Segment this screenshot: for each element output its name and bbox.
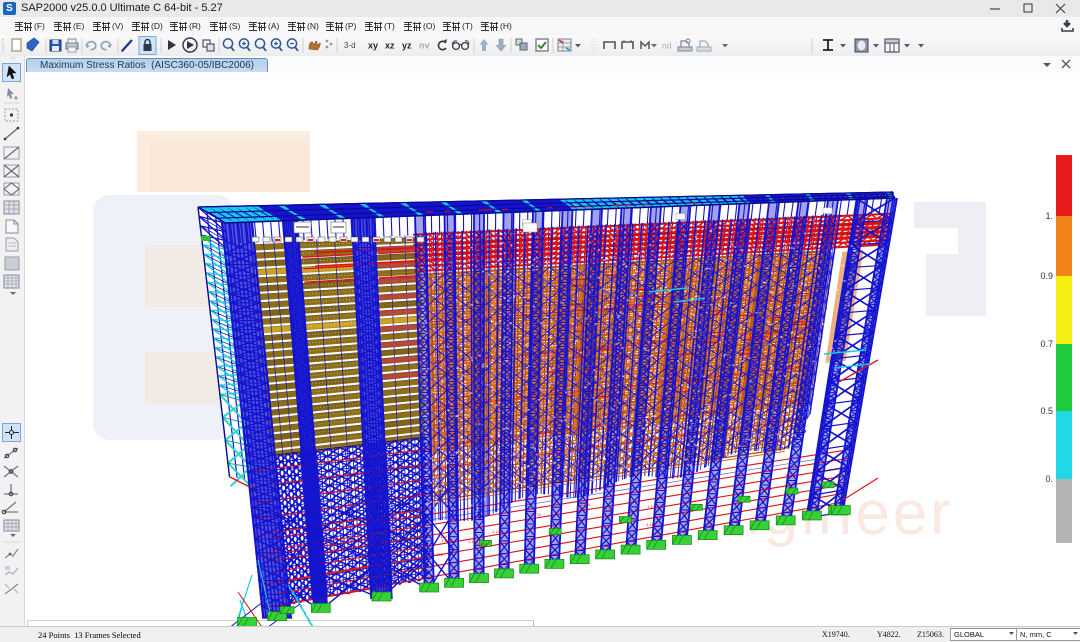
svg-text:1.123: 1.123 bbox=[785, 472, 796, 477]
svg-text:xz: xz bbox=[385, 41, 395, 51]
svg-text:1.134: 1.134 bbox=[602, 507, 613, 512]
svg-text:0.9: 0.9 bbox=[1040, 271, 1053, 281]
svg-text:1.144: 1.144 bbox=[492, 529, 503, 534]
svg-text:1.: 1. bbox=[1045, 211, 1053, 221]
svg-text:1.119: 1.119 bbox=[646, 522, 656, 527]
svg-text:xy: xy bbox=[368, 41, 378, 51]
svg-text:nv: nv bbox=[419, 41, 430, 51]
svg-text:1.172: 1.172 bbox=[531, 512, 542, 517]
svg-text:1.154: 1.154 bbox=[437, 534, 448, 539]
svg-text:1.186: 1.186 bbox=[468, 539, 479, 544]
svg-text:0.5: 0.5 bbox=[1040, 406, 1053, 416]
svg-text:3-d: 3-d bbox=[344, 41, 356, 50]
svg-text:1.139: 1.139 bbox=[477, 542, 488, 547]
svg-text:yz: yz bbox=[402, 41, 412, 51]
svg-text:1.103: 1.103 bbox=[433, 552, 444, 557]
svg-text:0.: 0. bbox=[1045, 474, 1053, 484]
svg-text:0.7: 0.7 bbox=[1040, 339, 1053, 349]
svg-text:1.139: 1.139 bbox=[647, 504, 658, 509]
svg-text:1.186: 1.186 bbox=[580, 502, 591, 507]
svg-text:nd: nd bbox=[662, 41, 672, 51]
svg-text:1.151: 1.151 bbox=[762, 486, 773, 491]
